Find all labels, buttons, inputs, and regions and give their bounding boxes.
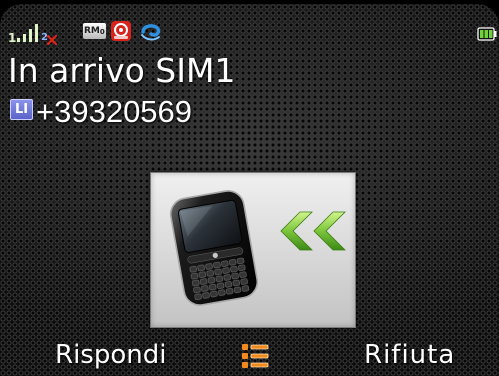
screen-background: 1 2 RM0 In arrivo SIM1 LI +39320569 Risp… — [0, 4, 499, 376]
incoming-call-screen: 1 2 RM0 In arrivo SIM1 LI +39320569 Risp… — [0, 0, 499, 376]
signal-icon: 1 2 — [8, 22, 48, 44]
caller-number: +39320569 — [36, 94, 193, 129]
line-badge-icon: LI — [10, 99, 33, 120]
rm-icon: RM0 — [83, 23, 106, 39]
answer-softkey[interactable]: Rispondi — [55, 340, 166, 370]
caller-image — [150, 172, 356, 328]
battery-icon — [477, 26, 497, 41]
incoming-arrows-icon — [280, 211, 346, 251]
menu-list-icon[interactable] — [240, 341, 270, 371]
call-status-title: In arrivo SIM1 — [8, 51, 236, 90]
reject-softkey[interactable]: Rifiuta — [364, 340, 455, 370]
signal-bars — [17, 24, 38, 42]
rm-sub-label: 0 — [99, 28, 105, 36]
notification-icon — [110, 20, 132, 42]
no-data-icon — [46, 30, 58, 46]
wave-icon — [140, 22, 162, 42]
phone-icon — [169, 190, 259, 306]
rm-label: RM — [84, 26, 100, 36]
